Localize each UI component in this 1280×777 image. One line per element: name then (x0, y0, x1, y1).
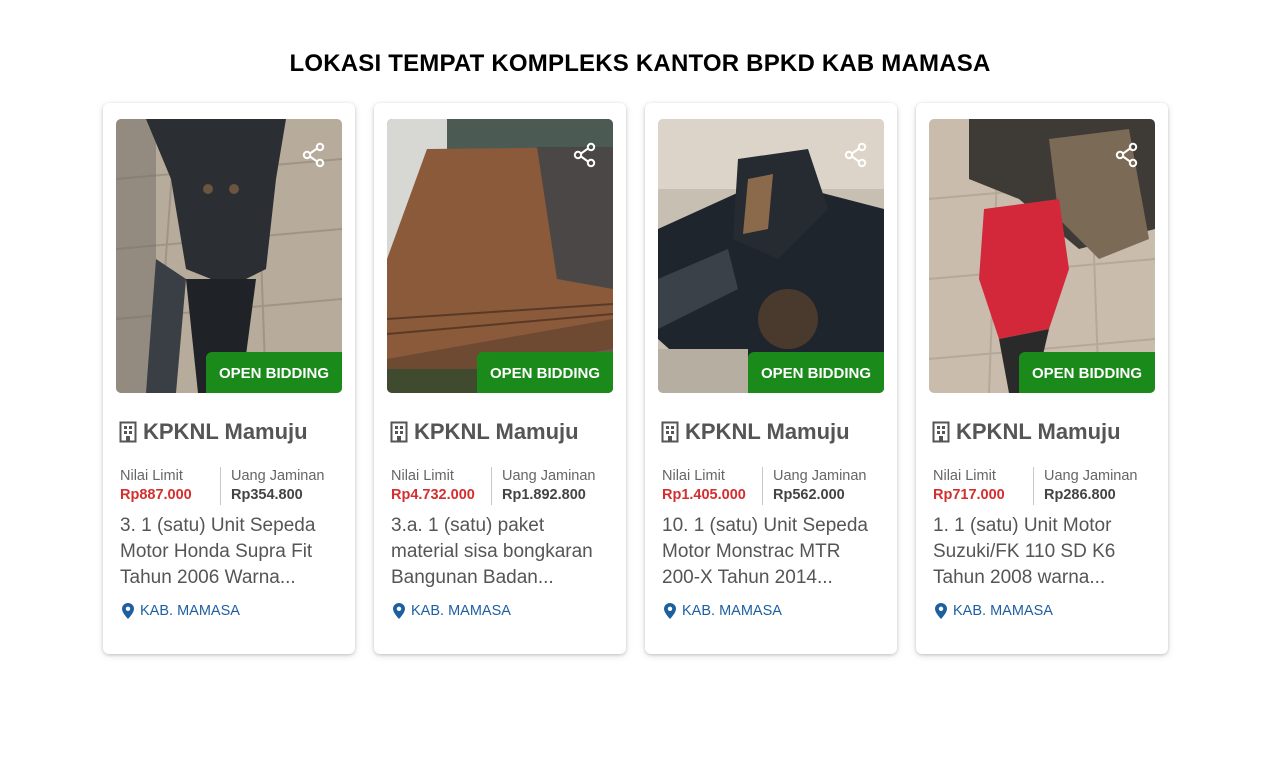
item-title-line: Tahun 2006 Warna... (120, 567, 296, 588)
building-icon (390, 421, 408, 443)
limit-label: Nilai Limit (120, 468, 183, 484)
limit-value: Rp1.405.000 (662, 487, 746, 503)
location-pin-icon (935, 603, 947, 619)
item-title-line: Motor Honda Supra Fit (120, 541, 313, 562)
price-info: Nilai Limit Rp1.405.000 Uang Jaminan Rp5… (662, 467, 882, 505)
status-badge: OPEN BIDDING (747, 352, 884, 393)
item-title-line: Bangunan Badan... (391, 567, 554, 588)
building-icon (119, 421, 137, 443)
item-title[interactable]: 1. 1 (satu) Unit Motor Suzuki/FK 110 SD … (933, 513, 1155, 591)
deposit-value: Rp354.800 (231, 487, 303, 503)
organization: KPKNL Mamuju (390, 419, 579, 445)
location-name: KAB. MAMASA (411, 603, 511, 619)
item-title-line: 200-X Tahun 2014... (662, 567, 833, 588)
item-title[interactable]: 3.a. 1 (satu) paket material sisa bongka… (391, 513, 613, 591)
item-title-line: Suzuki/FK 110 SD K6 (933, 541, 1116, 562)
organization-name: KPKNL Mamuju (956, 419, 1121, 444)
status-badge: OPEN BIDDING (205, 352, 342, 393)
item-title[interactable]: 3. 1 (satu) Unit Sepeda Motor Honda Supr… (120, 513, 342, 591)
limit-value: Rp4.732.000 (391, 487, 475, 503)
share-icon[interactable] (300, 141, 328, 169)
organization: KPKNL Mamuju (932, 419, 1121, 445)
location-link[interactable]: KAB. MAMASA (122, 603, 240, 619)
item-photo[interactable]: OPEN BIDDING (387, 119, 613, 393)
item-photo[interactable]: OPEN BIDDING (658, 119, 884, 393)
organization: KPKNL Mamuju (661, 419, 850, 445)
location-link[interactable]: KAB. MAMASA (664, 603, 782, 619)
item-title-line: Motor Monstrac MTR (662, 541, 841, 562)
location-pin-icon (664, 603, 676, 619)
deposit-label: Uang Jaminan (1044, 468, 1138, 484)
location-name: KAB. MAMASA (953, 603, 1053, 619)
item-title[interactable]: 10. 1 (satu) Unit Sepeda Motor Monstrac … (662, 513, 884, 591)
building-icon (932, 421, 950, 443)
price-info: Nilai Limit Rp717.000 Uang Jaminan Rp286… (933, 467, 1153, 505)
auction-card[interactable]: OPEN BIDDING KPKNL Mamuju Nilai Limit Rp… (645, 103, 897, 654)
organization-name: KPKNL Mamuju (414, 419, 579, 444)
organization: KPKNL Mamuju (119, 419, 308, 445)
location-pin-icon (393, 603, 405, 619)
building-icon (661, 421, 679, 443)
auction-card-list: OPEN BIDDING KPKNL Mamuju Nilai Limit Rp… (103, 103, 1168, 654)
limit-label: Nilai Limit (391, 468, 454, 484)
auction-card[interactable]: OPEN BIDDING KPKNL Mamuju Nilai Limit Rp… (374, 103, 626, 654)
location-name: KAB. MAMASA (682, 603, 782, 619)
item-title-line: 3. 1 (satu) Unit Sepeda (120, 515, 316, 536)
item-title-line: 10. 1 (satu) Unit Sepeda (662, 515, 868, 536)
item-photo[interactable]: OPEN BIDDING (116, 119, 342, 393)
deposit-value: Rp562.000 (773, 487, 845, 503)
deposit-label: Uang Jaminan (773, 468, 867, 484)
deposit-label: Uang Jaminan (502, 468, 596, 484)
deposit-value: Rp1.892.800 (502, 487, 586, 503)
auction-card[interactable]: OPEN BIDDING KPKNL Mamuju Nilai Limit Rp… (916, 103, 1168, 654)
item-title-line: Tahun 2008 warna... (933, 567, 1106, 588)
auction-card[interactable]: OPEN BIDDING KPKNL Mamuju Nilai Limit Rp… (103, 103, 355, 654)
status-badge: OPEN BIDDING (476, 352, 613, 393)
location-link[interactable]: KAB. MAMASA (935, 603, 1053, 619)
organization-name: KPKNL Mamuju (143, 419, 308, 444)
location-name: KAB. MAMASA (140, 603, 240, 619)
deposit-value: Rp286.800 (1044, 487, 1116, 503)
organization-name: KPKNL Mamuju (685, 419, 850, 444)
location-pin-icon (122, 603, 134, 619)
share-icon[interactable] (842, 141, 870, 169)
item-title-line: material sisa bongkaran (391, 541, 593, 562)
limit-value: Rp717.000 (933, 487, 1005, 503)
share-icon[interactable] (1113, 141, 1141, 169)
status-badge: OPEN BIDDING (1018, 352, 1155, 393)
price-info: Nilai Limit Rp887.000 Uang Jaminan Rp354… (120, 467, 340, 505)
limit-label: Nilai Limit (933, 468, 996, 484)
limit-value: Rp887.000 (120, 487, 192, 503)
deposit-label: Uang Jaminan (231, 468, 325, 484)
location-link[interactable]: KAB. MAMASA (393, 603, 511, 619)
page-title: LOKASI TEMPAT KOMPLEKS KANTOR BPKD KAB M… (289, 50, 991, 77)
item-photo[interactable]: OPEN BIDDING (929, 119, 1155, 393)
item-title-line: 1. 1 (satu) Unit Motor (933, 515, 1112, 536)
share-icon[interactable] (571, 141, 599, 169)
item-title-line: 3.a. 1 (satu) paket (391, 515, 545, 536)
price-info: Nilai Limit Rp4.732.000 Uang Jaminan Rp1… (391, 467, 611, 505)
limit-label: Nilai Limit (662, 468, 725, 484)
